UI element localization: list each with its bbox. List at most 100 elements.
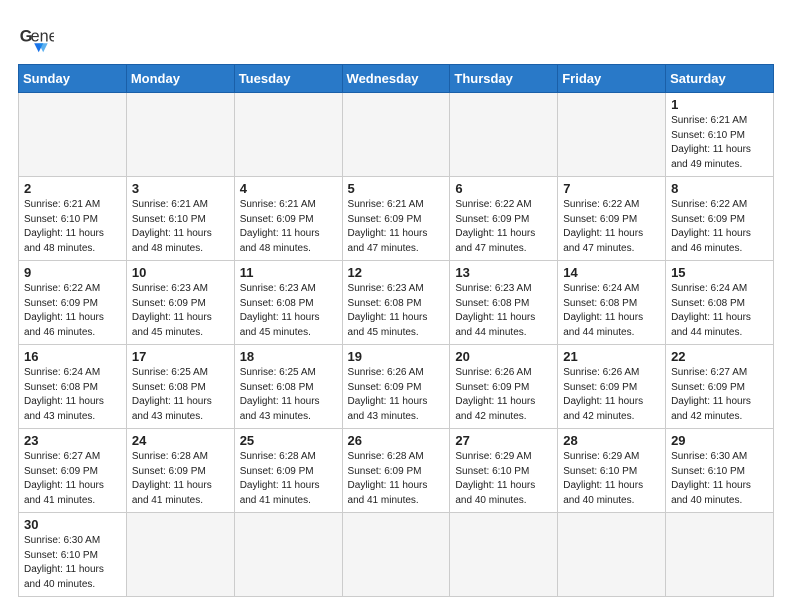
calendar-cell: 12 Sunrise: 6:23 AMSunset: 6:08 PMDayligh… bbox=[342, 261, 450, 345]
day-number: 6 bbox=[455, 181, 552, 196]
calendar-cell: 16 Sunrise: 6:24 AMSunset: 6:08 PMDayligh… bbox=[19, 345, 127, 429]
calendar-week-3: 9 Sunrise: 6:22 AMSunset: 6:09 PMDaylight… bbox=[19, 261, 774, 345]
calendar-cell: 6Sunrise: 6:22 AMSunset: 6:09 PMDaylight… bbox=[450, 177, 558, 261]
calendar-cell: 2 Sunrise: 6:21 AMSunset: 6:10 PMDaylight… bbox=[19, 177, 127, 261]
day-info: Sunrise: 6:25 AMSunset: 6:08 PMDaylight:… bbox=[240, 366, 337, 424]
calendar-week-2: 2 Sunrise: 6:21 AMSunset: 6:10 PMDaylight… bbox=[19, 177, 774, 261]
day-number: 1 bbox=[671, 97, 768, 112]
svg-text:eneral: eneral bbox=[31, 27, 54, 45]
weekday-header-row: SundayMondayTuesdayWednesdayThursdayFrid… bbox=[19, 65, 774, 93]
day-number: 5 bbox=[348, 181, 445, 196]
day-info: Sunrise: 6:25 AMSunset: 6:08 PMDaylight:… bbox=[132, 366, 229, 424]
calendar-cell bbox=[450, 93, 558, 177]
day-info: Sunrise: 6:22 AMSunset: 6:09 PMDaylight:… bbox=[24, 282, 121, 340]
day-info: Sunrise: 6:29 AMSunset: 6:10 PMDaylight:… bbox=[563, 450, 660, 508]
calendar-cell: 20 Sunrise: 6:26 AMSunset: 6:09 PMDayligh… bbox=[450, 345, 558, 429]
calendar-cell: 24Sunrise: 6:28 AMSunset: 6:09 PMDayligh… bbox=[126, 429, 234, 513]
day-info: Sunrise: 6:26 AMSunset: 6:09 PMDaylight:… bbox=[563, 366, 660, 424]
day-number: 11 bbox=[240, 265, 337, 280]
weekday-header-monday: Monday bbox=[126, 65, 234, 93]
day-number: 25 bbox=[240, 433, 337, 448]
logo: G eneral bbox=[18, 18, 58, 54]
calendar-cell: 19Sunrise: 6:26 AMSunset: 6:09 PMDayligh… bbox=[342, 345, 450, 429]
weekday-header-friday: Friday bbox=[558, 65, 666, 93]
day-info: Sunrise: 6:22 AMSunset: 6:09 PMDaylight:… bbox=[671, 198, 768, 256]
calendar-cell: 17 Sunrise: 6:25 AMSunset: 6:08 PMDayligh… bbox=[126, 345, 234, 429]
calendar-cell: 22Sunrise: 6:27 AMSunset: 6:09 PMDayligh… bbox=[666, 345, 774, 429]
calendar-cell bbox=[342, 93, 450, 177]
calendar-week-6: 30Sunrise: 6:30 AMSunset: 6:10 PMDayligh… bbox=[19, 513, 774, 597]
calendar-cell: 23 Sunrise: 6:27 AMSunset: 6:09 PMDayligh… bbox=[19, 429, 127, 513]
day-number: 17 bbox=[132, 349, 229, 364]
calendar-cell: 29 Sunrise: 6:30 AMSunset: 6:10 PMDayligh… bbox=[666, 429, 774, 513]
calendar-cell bbox=[450, 513, 558, 597]
calendar-cell: 5 Sunrise: 6:21 AMSunset: 6:09 PMDaylight… bbox=[342, 177, 450, 261]
day-number: 8 bbox=[671, 181, 768, 196]
day-info: Sunrise: 6:27 AMSunset: 6:09 PMDaylight:… bbox=[671, 366, 768, 424]
day-number: 3 bbox=[132, 181, 229, 196]
day-info: Sunrise: 6:21 AMSunset: 6:09 PMDaylight:… bbox=[348, 198, 445, 256]
day-info: Sunrise: 6:23 AMSunset: 6:08 PMDaylight:… bbox=[240, 282, 337, 340]
day-info: Sunrise: 6:28 AMSunset: 6:09 PMDaylight:… bbox=[348, 450, 445, 508]
day-info: Sunrise: 6:24 AMSunset: 6:08 PMDaylight:… bbox=[671, 282, 768, 340]
day-number: 13 bbox=[455, 265, 552, 280]
calendar-cell: 10Sunrise: 6:23 AMSunset: 6:09 PMDayligh… bbox=[126, 261, 234, 345]
day-info: Sunrise: 6:24 AMSunset: 6:08 PMDaylight:… bbox=[24, 366, 121, 424]
day-number: 15 bbox=[671, 265, 768, 280]
weekday-header-saturday: Saturday bbox=[666, 65, 774, 93]
day-number: 29 bbox=[671, 433, 768, 448]
day-info: Sunrise: 6:23 AMSunset: 6:08 PMDaylight:… bbox=[348, 282, 445, 340]
day-info: Sunrise: 6:30 AMSunset: 6:10 PMDaylight:… bbox=[24, 534, 121, 592]
calendar-cell: 21 Sunrise: 6:26 AMSunset: 6:09 PMDayligh… bbox=[558, 345, 666, 429]
calendar-cell: 14Sunrise: 6:24 AMSunset: 6:08 PMDayligh… bbox=[558, 261, 666, 345]
calendar-week-1: 1 Sunrise: 6:21 AMSunset: 6:10 PMDaylight… bbox=[19, 93, 774, 177]
calendar-cell bbox=[234, 513, 342, 597]
calendar-cell: 7Sunrise: 6:22 AMSunset: 6:09 PMDaylight… bbox=[558, 177, 666, 261]
day-number: 16 bbox=[24, 349, 121, 364]
day-number: 12 bbox=[348, 265, 445, 280]
day-info: Sunrise: 6:28 AMSunset: 6:09 PMDaylight:… bbox=[132, 450, 229, 508]
day-number: 23 bbox=[24, 433, 121, 448]
day-info: Sunrise: 6:23 AMSunset: 6:08 PMDaylight:… bbox=[455, 282, 552, 340]
day-number: 20 bbox=[455, 349, 552, 364]
calendar-cell: 1 Sunrise: 6:21 AMSunset: 6:10 PMDaylight… bbox=[666, 93, 774, 177]
day-number: 9 bbox=[24, 265, 121, 280]
day-number: 21 bbox=[563, 349, 660, 364]
calendar-cell: 3 Sunrise: 6:21 AMSunset: 6:10 PMDaylight… bbox=[126, 177, 234, 261]
calendar-cell: 26 Sunrise: 6:28 AMSunset: 6:09 PMDayligh… bbox=[342, 429, 450, 513]
logo-icon: G eneral bbox=[18, 18, 54, 54]
calendar-cell: 8 Sunrise: 6:22 AMSunset: 6:09 PMDaylight… bbox=[666, 177, 774, 261]
day-number: 2 bbox=[24, 181, 121, 196]
day-info: Sunrise: 6:21 AMSunset: 6:10 PMDaylight:… bbox=[24, 198, 121, 256]
calendar-cell bbox=[666, 513, 774, 597]
day-info: Sunrise: 6:24 AMSunset: 6:08 PMDaylight:… bbox=[563, 282, 660, 340]
day-info: Sunrise: 6:26 AMSunset: 6:09 PMDaylight:… bbox=[455, 366, 552, 424]
day-number: 7 bbox=[563, 181, 660, 196]
day-number: 28 bbox=[563, 433, 660, 448]
day-info: Sunrise: 6:28 AMSunset: 6:09 PMDaylight:… bbox=[240, 450, 337, 508]
calendar-cell bbox=[126, 93, 234, 177]
calendar-cell bbox=[234, 93, 342, 177]
day-number: 27 bbox=[455, 433, 552, 448]
day-info: Sunrise: 6:21 AMSunset: 6:09 PMDaylight:… bbox=[240, 198, 337, 256]
weekday-header-sunday: Sunday bbox=[19, 65, 127, 93]
day-info: Sunrise: 6:21 AMSunset: 6:10 PMDaylight:… bbox=[132, 198, 229, 256]
calendar-cell bbox=[558, 513, 666, 597]
calendar-cell bbox=[342, 513, 450, 597]
weekday-header-tuesday: Tuesday bbox=[234, 65, 342, 93]
day-info: Sunrise: 6:27 AMSunset: 6:09 PMDaylight:… bbox=[24, 450, 121, 508]
calendar-cell: 27 Sunrise: 6:29 AMSunset: 6:10 PMDayligh… bbox=[450, 429, 558, 513]
day-info: Sunrise: 6:29 AMSunset: 6:10 PMDaylight:… bbox=[455, 450, 552, 508]
calendar-cell: 9 Sunrise: 6:22 AMSunset: 6:09 PMDaylight… bbox=[19, 261, 127, 345]
day-info: Sunrise: 6:21 AMSunset: 6:10 PMDaylight:… bbox=[671, 114, 768, 172]
calendar-cell bbox=[19, 93, 127, 177]
calendar-week-4: 16 Sunrise: 6:24 AMSunset: 6:08 PMDayligh… bbox=[19, 345, 774, 429]
calendar-cell: 4Sunrise: 6:21 AMSunset: 6:09 PMDaylight… bbox=[234, 177, 342, 261]
header: G eneral bbox=[18, 18, 774, 54]
calendar-cell bbox=[558, 93, 666, 177]
calendar: SundayMondayTuesdayWednesdayThursdayFrid… bbox=[18, 64, 774, 597]
day-number: 18 bbox=[240, 349, 337, 364]
calendar-cell: 15 Sunrise: 6:24 AMSunset: 6:08 PMDayligh… bbox=[666, 261, 774, 345]
day-info: Sunrise: 6:30 AMSunset: 6:10 PMDaylight:… bbox=[671, 450, 768, 508]
day-number: 26 bbox=[348, 433, 445, 448]
